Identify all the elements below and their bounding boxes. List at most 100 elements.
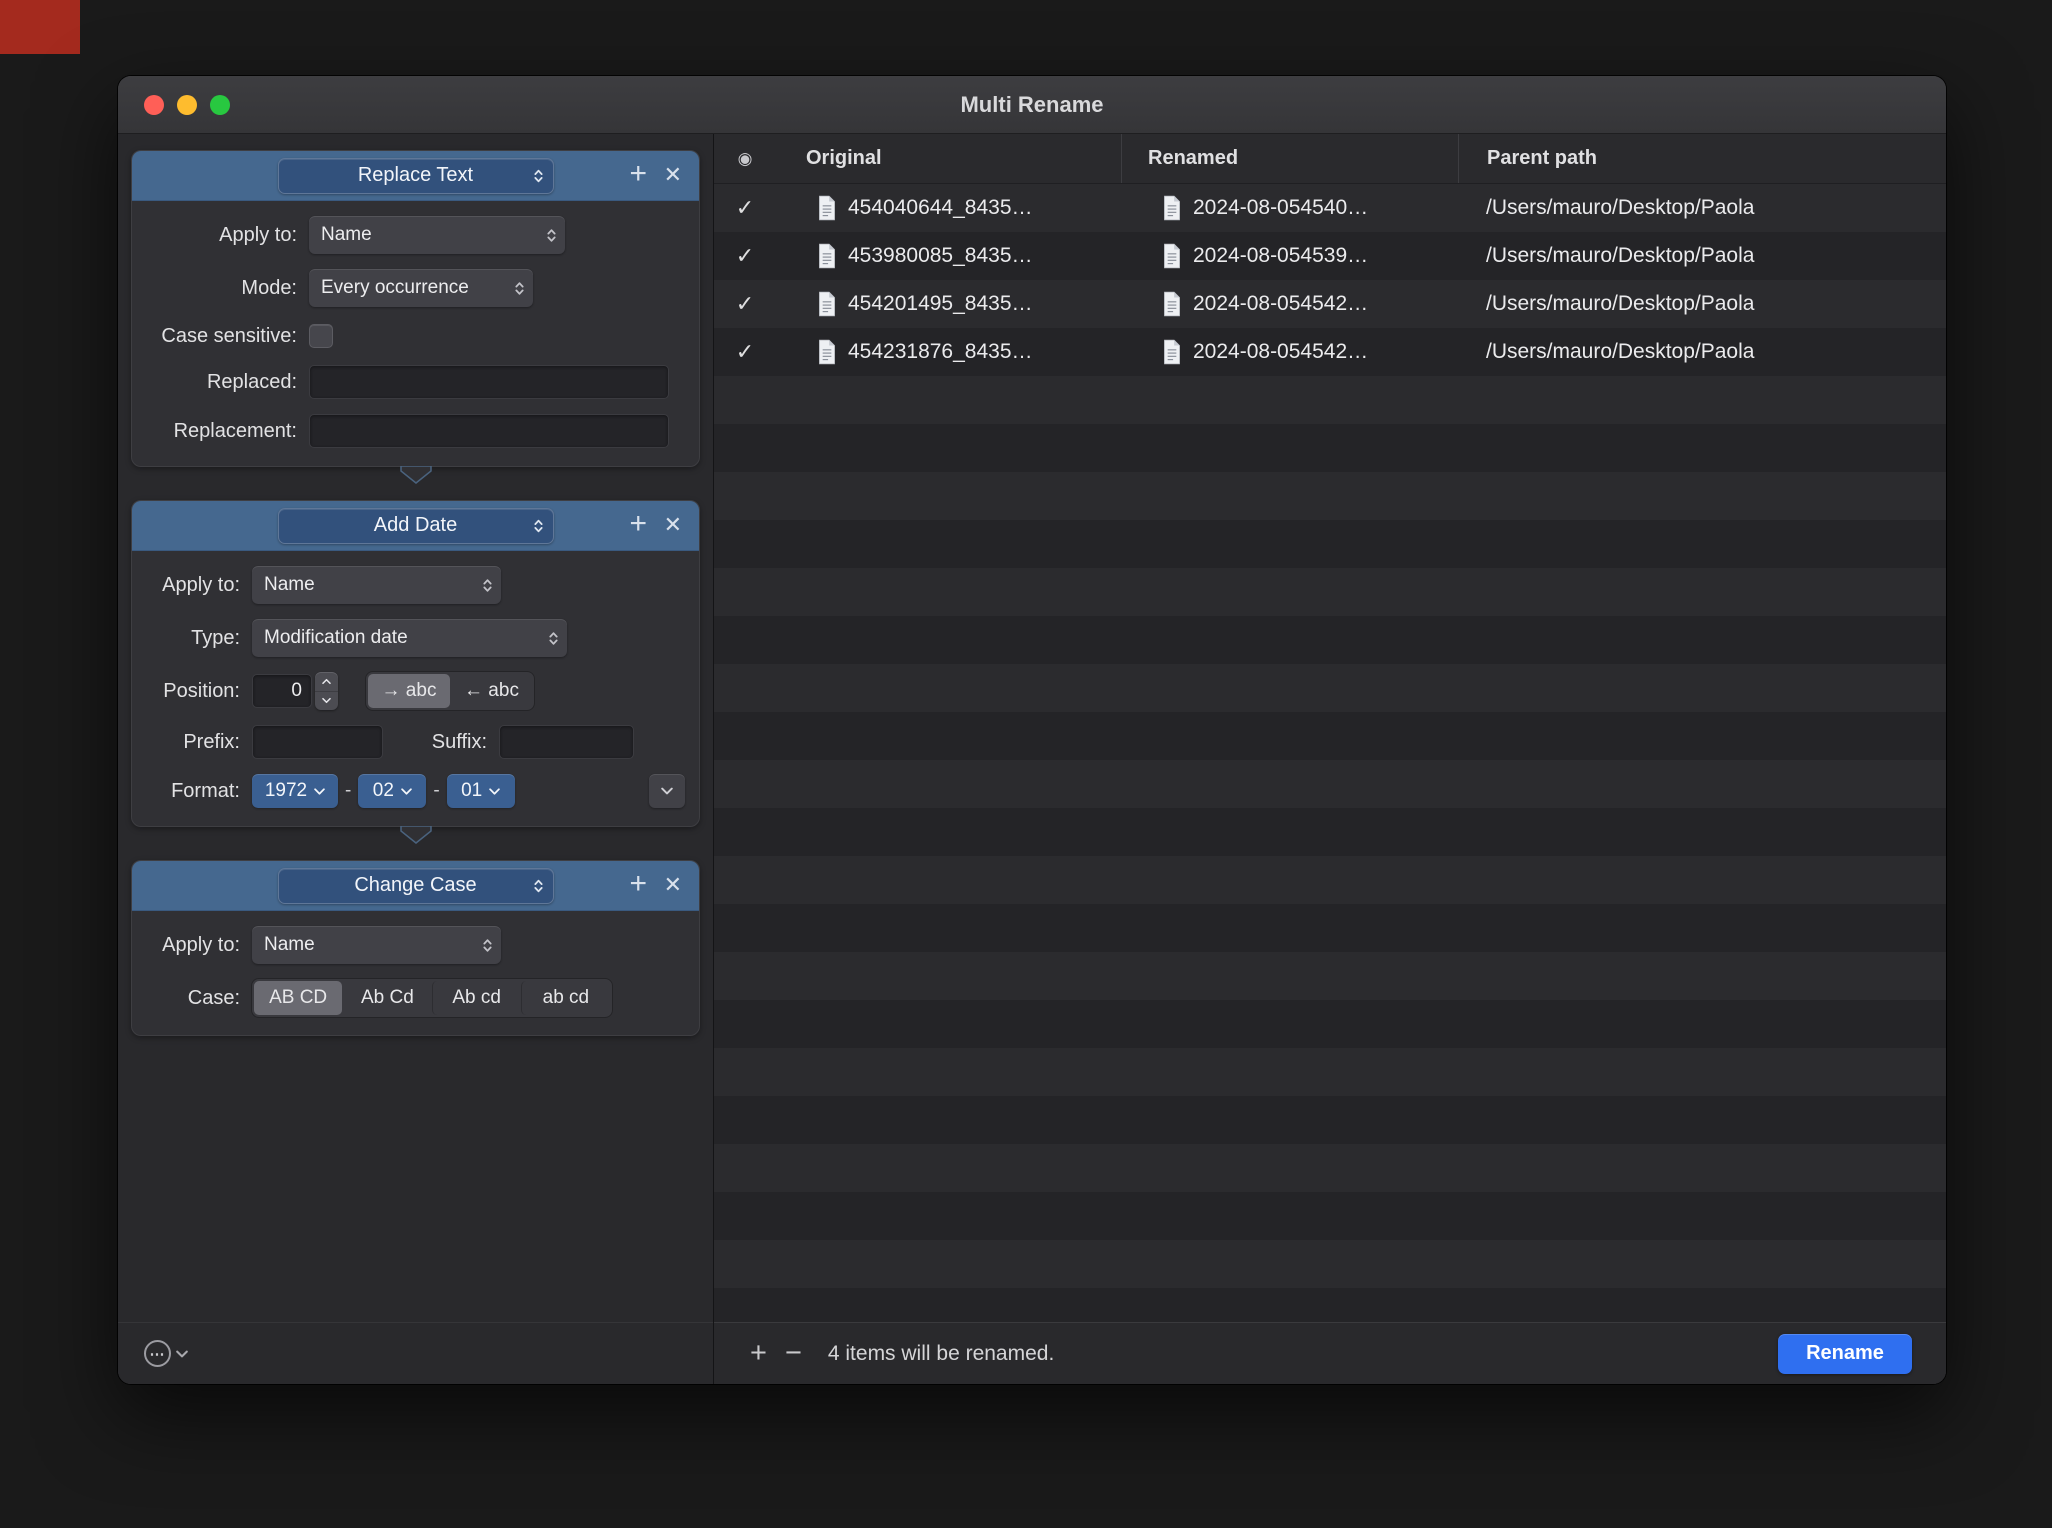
table-row[interactable]: ✓ 454040644_8435… 2024-08-054540… /Users… [714, 184, 1946, 232]
apply-to-select[interactable]: Name [252, 926, 501, 964]
case-option-upper[interactable]: AB CD [254, 981, 342, 1015]
close-window-button[interactable] [144, 95, 164, 115]
apply-to-value: Name [264, 934, 315, 956]
original-filename: 454201495_8435… [848, 292, 1033, 316]
desktop-corner-artifact [0, 0, 80, 54]
replaced-label: Replaced: [146, 371, 309, 394]
case-option-sentence[interactable]: Ab cd [432, 981, 521, 1015]
parent-path-cell: /Users/mauro/Desktop/Paola [1458, 196, 1946, 220]
file-icon [816, 243, 838, 269]
replace-text-card-header: Replace Text + ✕ [132, 151, 699, 201]
renamed-filename: 2024-08-054542… [1193, 340, 1368, 364]
table-row[interactable]: ✓ 454201495_8435… 2024-08-054542… /Users… [714, 280, 1946, 328]
ellipsis-circle-icon: ⋯ [144, 1340, 171, 1367]
position-stepper[interactable] [315, 672, 338, 710]
updown-chevrons-icon [482, 937, 493, 954]
prefix-label: Prefix: [146, 731, 252, 754]
renamed-cell: 2024-08-054542… [1121, 339, 1458, 365]
format-month-select[interactable]: 02 [358, 774, 426, 808]
rule-chain-connector [400, 466, 432, 484]
insert-before-segment[interactable]: ← abc [450, 674, 532, 708]
insert-after-segment[interactable]: → abc [368, 674, 450, 708]
table-row[interactable]: ✓ 454231876_8435… 2024-08-054542… /Users… [714, 328, 1946, 376]
apply-to-select[interactable]: Name [309, 216, 565, 254]
format-separator: - [345, 780, 351, 802]
rule-type-select[interactable]: Replace Text [278, 158, 554, 194]
suffix-input[interactable] [499, 725, 634, 759]
minimize-window-button[interactable] [177, 95, 197, 115]
row-checkmark-icon[interactable]: ✓ [714, 339, 776, 365]
updown-chevrons-icon [514, 280, 525, 297]
action-bar: + − 4 items will be renamed. Rename [714, 1322, 1946, 1384]
add-rule-button[interactable]: + [629, 869, 647, 899]
table-row[interactable]: ✓ 453980085_8435… 2024-08-054539… /Users… [714, 232, 1946, 280]
apply-to-label: Apply to: [146, 574, 252, 597]
rules-panel-footer: ⋯ [118, 1322, 713, 1384]
add-rule-button[interactable]: + [629, 159, 647, 189]
date-type-select[interactable]: Modification date [252, 619, 567, 657]
format-day-select[interactable]: 01 [447, 774, 515, 808]
replacement-label: Replacement: [146, 420, 309, 443]
row-checkmark-icon[interactable]: ✓ [714, 195, 776, 221]
file-icon [1161, 291, 1183, 317]
rule-chain-connector [400, 826, 432, 844]
original-filename: 454231876_8435… [848, 340, 1033, 364]
insert-direction-segmented: → abc ← abc [366, 672, 534, 710]
renamed-column-header[interactable]: Renamed [1121, 134, 1458, 183]
replaced-input[interactable] [309, 365, 669, 399]
original-filename: 454040644_8435… [848, 196, 1033, 220]
original-column-header[interactable]: Original [776, 134, 1121, 183]
desktop-background: Multi Rename Replace Text [0, 0, 2052, 1528]
format-year-select[interactable]: 1972 [252, 774, 338, 808]
parent-path-column-header[interactable]: Parent path [1458, 134, 1946, 183]
case-option-title[interactable]: Ab Cd [342, 981, 431, 1015]
remove-rule-button[interactable]: ✕ [664, 514, 682, 536]
file-icon [816, 291, 838, 317]
updown-chevrons-icon [533, 517, 544, 534]
rule-type-select[interactable]: Change Case [278, 868, 554, 904]
rule-type-value: Replace Text [358, 164, 473, 187]
mode-select[interactable]: Every occurrence [309, 269, 533, 307]
zoom-window-button[interactable] [210, 95, 230, 115]
file-icon [1161, 195, 1183, 221]
parent-path-cell: /Users/mauro/Desktop/Paola [1458, 340, 1946, 364]
actions-menu-button[interactable]: ⋯ [144, 1340, 188, 1367]
remove-rule-button[interactable]: ✕ [664, 874, 682, 896]
stepper-up-icon[interactable] [315, 672, 338, 692]
rule-type-select[interactable]: Add Date [278, 508, 554, 544]
row-checkmark-icon[interactable]: ✓ [714, 243, 776, 269]
replace-text-card-body: Apply to: Name Mode: [132, 201, 699, 466]
add-files-button[interactable]: + [750, 1339, 767, 1368]
format-month-value: 02 [373, 780, 394, 802]
file-icon [1161, 243, 1183, 269]
updown-chevrons-icon [533, 167, 544, 184]
selection-column-header[interactable]: ◉ [714, 134, 776, 183]
apply-to-label: Apply to: [146, 224, 309, 247]
format-presets-button[interactable] [649, 774, 685, 808]
stepper-down-icon[interactable] [315, 692, 338, 711]
apply-to-value: Name [264, 574, 315, 596]
prefix-input[interactable] [252, 725, 383, 759]
file-table-body: ✓ 454040644_8435… 2024-08-054540… /Users… [714, 184, 1946, 1322]
rules-panel: Replace Text + ✕ Apply to: [118, 134, 714, 1384]
replacement-input[interactable] [309, 414, 669, 448]
file-icon [816, 195, 838, 221]
date-type-value: Modification date [264, 627, 408, 649]
rename-button[interactable]: Rename [1778, 1334, 1912, 1374]
original-cell: 454201495_8435… [776, 291, 1121, 317]
row-checkmark-icon[interactable]: ✓ [714, 291, 776, 317]
updown-chevrons-icon [546, 227, 557, 244]
add-rule-button[interactable]: + [629, 509, 647, 539]
case-option-lower[interactable]: ab cd [521, 981, 610, 1015]
renamed-cell: 2024-08-054539… [1121, 243, 1458, 269]
renamed-filename: 2024-08-054539… [1193, 244, 1368, 268]
remove-files-button[interactable]: − [785, 1339, 802, 1368]
format-separator: - [433, 780, 439, 802]
window-titlebar[interactable]: Multi Rename [118, 76, 1946, 134]
apply-to-select[interactable]: Name [252, 566, 501, 604]
case-sensitive-checkbox[interactable] [309, 324, 333, 348]
position-label: Position: [146, 680, 252, 703]
renamed-filename: 2024-08-054542… [1193, 292, 1368, 316]
remove-rule-button[interactable]: ✕ [664, 164, 682, 186]
position-input[interactable] [252, 674, 312, 708]
